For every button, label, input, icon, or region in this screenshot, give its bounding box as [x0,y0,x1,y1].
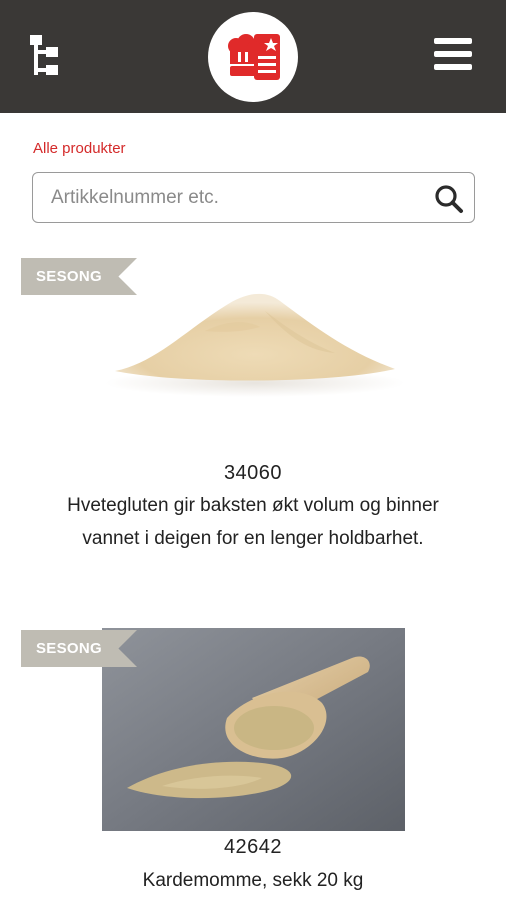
flour-pile-image[interactable] [95,271,415,406]
category-tree-icon[interactable] [28,33,62,81]
badge-label: SESONG [36,640,102,657]
wooden-scoop-spice-image[interactable] [102,628,405,831]
product-card[interactable]: SESONG 42642 Kardemomme, sekk 20 kg [0,628,506,900]
hamburger-menu-icon[interactable] [434,38,476,76]
top-app-bar [0,0,506,113]
badge-label: SESONG [36,268,102,285]
search-icon[interactable] [434,184,464,214]
search-box [32,172,475,223]
product-description: Hvetegluten gir baksten økt volum og bin… [67,495,439,549]
product-number: 34060 [223,462,283,484]
product-number: 42642 [223,836,283,858]
chef-hat-logo-icon[interactable] [208,12,298,102]
breadcrumb-all-products[interactable]: Alle produkter [33,140,126,157]
product-description: Kardemomme, sekk 20 kg [142,870,364,891]
search-input[interactable] [51,183,431,213]
product-card[interactable]: SESONG 34060 Hvetegluten gir baksten økt… [0,256,506,596]
